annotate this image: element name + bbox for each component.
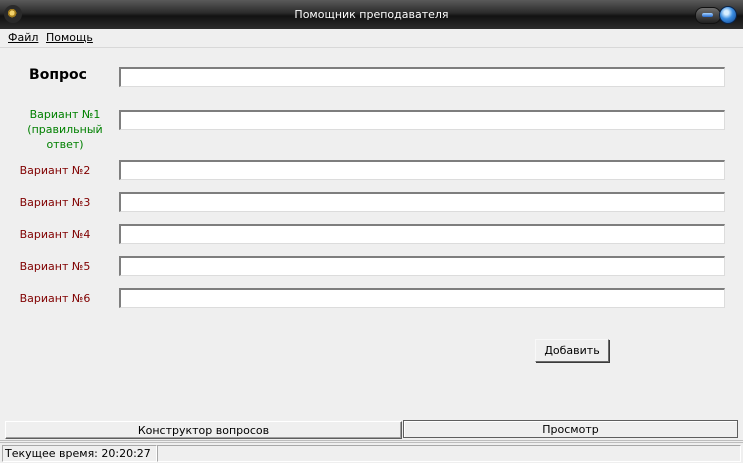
status-time-value: 20:20:27 — [101, 447, 151, 460]
tab-constructor[interactable]: Конструктор вопросов — [5, 421, 402, 439]
menu-file-label: Файл — [8, 31, 39, 44]
status-bar: Текущее время: 20:20:27 — [0, 442, 743, 463]
window-title: Помощник преподавателя — [294, 8, 449, 21]
tab-divider — [0, 440, 743, 441]
variant-1-label-line1: Вариант №1 — [29, 108, 101, 121]
status-empty-panel — [157, 445, 741, 462]
variant-1-label: Вариант №1 (правильный ответ) — [12, 107, 118, 152]
variant-1-label-line2: (правильный ответ) — [27, 123, 103, 151]
variant-5-input[interactable] — [119, 256, 725, 276]
main-window: Помощник преподавателя Файл Помощь Вопро… — [0, 0, 743, 463]
window-controls — [695, 6, 737, 24]
question-input[interactable] — [119, 67, 725, 87]
status-time-label: Текущее время: — [5, 447, 98, 460]
variant-6-label: Вариант №6 — [19, 292, 91, 305]
variant-6-input[interactable] — [119, 288, 725, 308]
menu-help[interactable]: Помощь — [46, 31, 93, 44]
close-icon[interactable] — [719, 6, 737, 24]
variant-2-input[interactable] — [119, 160, 725, 180]
variant-4-label: Вариант №4 — [19, 228, 91, 241]
variant-3-input[interactable] — [119, 192, 725, 212]
menu-bar: Файл Помощь — [0, 29, 743, 48]
tab-preview[interactable]: Просмотр — [403, 420, 738, 438]
title-bar[interactable]: Помощник преподавателя — [0, 0, 743, 30]
question-label: Вопрос — [29, 67, 87, 83]
menu-help-label: Помощь — [46, 31, 93, 44]
status-time-panel: Текущее время: 20:20:27 — [2, 445, 157, 462]
variant-5-label: Вариант №5 — [19, 260, 91, 273]
add-button[interactable]: Добавить — [535, 339, 609, 362]
menu-file[interactable]: Файл — [8, 31, 38, 44]
variant-4-input[interactable] — [119, 224, 725, 244]
variant-1-input[interactable] — [119, 110, 725, 130]
variant-3-label: Вариант №3 — [19, 196, 91, 209]
minimize-icon[interactable] — [695, 7, 721, 24]
variant-2-label: Вариант №2 — [19, 164, 91, 177]
